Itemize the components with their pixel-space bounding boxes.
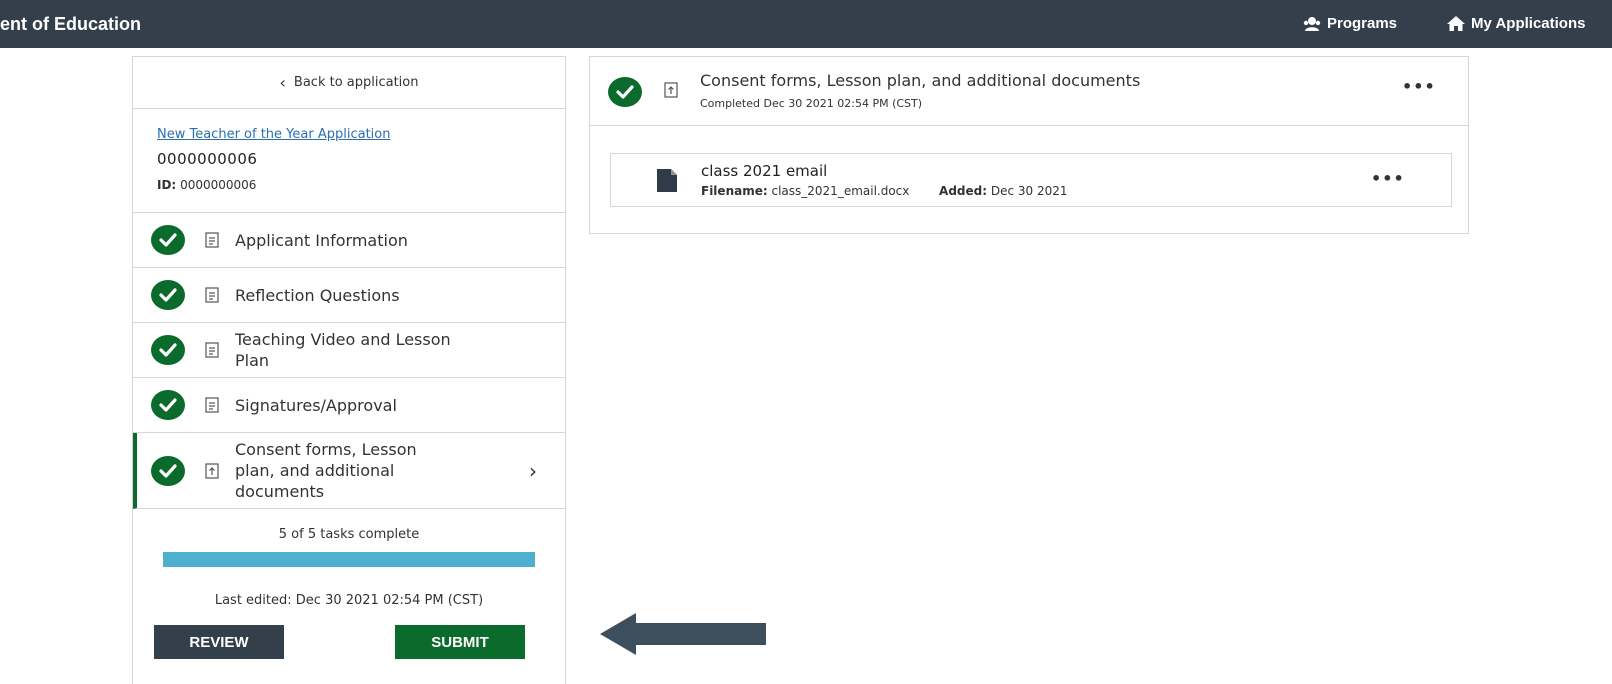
nav-my-applications-link[interactable]: My Applications — [1446, 15, 1585, 32]
chevron-right-icon: › — [529, 458, 537, 483]
document-icon — [205, 232, 219, 248]
check-circle-icon — [151, 455, 185, 486]
check-circle-icon — [151, 335, 185, 365]
progress-bar-fill — [163, 552, 535, 567]
top-nav-bar: ent of Education Programs My Application… — [0, 0, 1612, 48]
document-icon — [205, 287, 219, 303]
review-button[interactable]: REVIEW — [154, 625, 284, 659]
filename-value: class_2021_email.docx — [771, 184, 910, 198]
nav-programs-link[interactable]: Programs — [1302, 15, 1397, 32]
task-label: Teaching Video and Lesson Plan — [235, 330, 451, 370]
file-more-options-icon[interactable]: ••• — [1371, 169, 1405, 188]
task-label: Reflection Questions — [235, 285, 400, 305]
application-number: 0000000006 — [157, 150, 258, 168]
progress-section: 5 of 5 tasks complete Last edited: Dec 3… — [133, 509, 565, 608]
task-label: Signatures/Approval — [235, 395, 397, 415]
task-reflection-questions[interactable]: Reflection Questions — [133, 268, 565, 323]
progress-text: 5 of 5 tasks complete — [278, 527, 420, 542]
task-label: Applicant Information — [235, 230, 408, 250]
application-id-value: 0000000006 — [180, 178, 257, 192]
users-icon — [1303, 16, 1321, 31]
file-card[interactable]: class 2021 email Filename: class_2021_em… — [610, 153, 1452, 207]
submit-button[interactable]: SUBMIT — [395, 625, 525, 659]
task-consent-forms-active[interactable]: Consent forms, Lesson plan, and addition… — [133, 433, 565, 509]
task-applicant-information[interactable]: Applicant Information — [133, 213, 565, 268]
nav-my-applications-label: My Applications — [1471, 15, 1586, 32]
task-label: Consent forms, Lesson plan, and addition… — [235, 440, 417, 501]
last-edited-text: Last edited: Dec 30 2021 02:54 PM (CST) — [214, 593, 484, 608]
task-detail-completed: Completed Dec 30 2021 02:54 PM (CST) — [700, 97, 923, 110]
document-icon — [205, 397, 219, 413]
added-label: Added: — [939, 184, 988, 198]
filename-label: Filename: — [701, 184, 768, 198]
file-meta: Filename: class_2021_email.docx Added: D… — [701, 184, 1068, 198]
application-id: ID: 0000000006 — [157, 178, 565, 192]
document-icon — [205, 342, 219, 358]
site-title: ent of Education — [0, 14, 141, 34]
check-circle-icon — [151, 225, 185, 255]
task-sidebar: ‹ Back to application New Teacher of the… — [132, 56, 566, 684]
task-detail-title: Consent forms, Lesson plan, and addition… — [700, 71, 1141, 90]
check-circle-icon — [151, 280, 185, 310]
upload-icon — [664, 82, 678, 98]
added-value: Dec 30 2021 — [990, 184, 1068, 198]
back-label: Back to application — [293, 75, 419, 90]
back-to-application-link[interactable]: ‹ Back to application — [133, 57, 565, 109]
progress-bar — [163, 552, 535, 567]
file-title: class 2021 email — [701, 162, 828, 180]
task-detail-panel: Consent forms, Lesson plan, and addition… — [589, 56, 1469, 234]
annotation-arrow-icon — [600, 613, 766, 655]
task-signatures-approval[interactable]: Signatures/Approval — [133, 378, 565, 433]
home-icon — [1447, 16, 1465, 31]
check-circle-icon — [151, 390, 185, 420]
check-circle-icon — [608, 77, 642, 107]
application-info: New Teacher of the Year Application 0000… — [133, 109, 565, 213]
application-name-link[interactable]: New Teacher of the Year Application — [157, 127, 565, 142]
nav-programs-label: Programs — [1327, 15, 1398, 32]
more-options-icon[interactable]: ••• — [1402, 77, 1436, 96]
upload-icon — [205, 462, 219, 479]
file-icon — [657, 169, 677, 192]
application-id-label: ID: — [157, 178, 177, 192]
task-detail-header: Consent forms, Lesson plan, and addition… — [590, 57, 1468, 126]
chevron-left-icon: ‹ — [279, 72, 286, 92]
task-teaching-video-and-lesson-plan[interactable]: Teaching Video and Lesson Plan — [133, 323, 565, 378]
